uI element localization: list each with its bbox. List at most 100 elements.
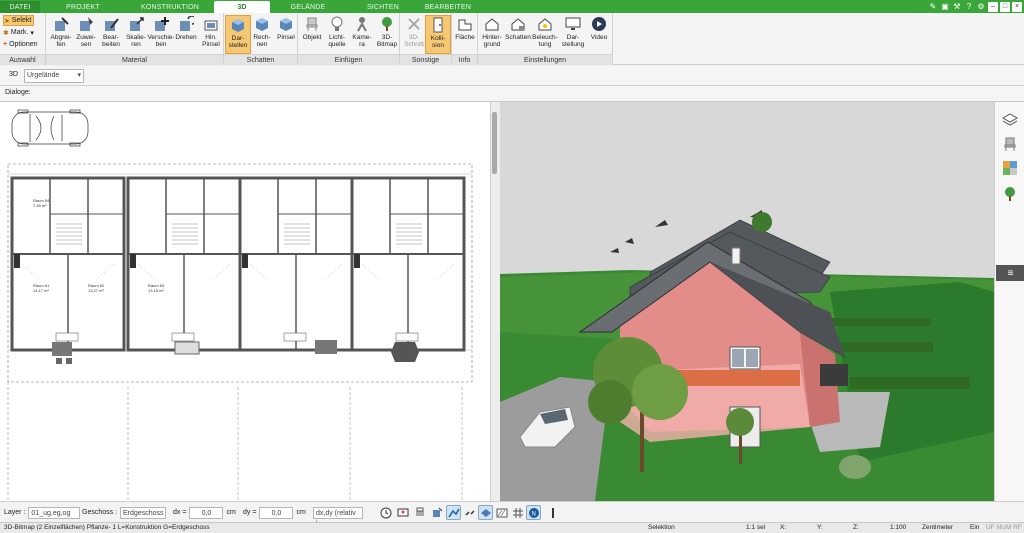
- status-x: X:: [780, 524, 787, 531]
- north-icon[interactable]: N: [526, 505, 541, 520]
- lightbulb-icon: [329, 15, 346, 32]
- room-diagonal: [211, 263, 231, 281]
- einst-schatten-label: Schatten: [505, 34, 531, 41]
- close-button[interactable]: ×: [1012, 1, 1022, 12]
- settings-icon[interactable]: ⚙: [976, 2, 986, 12]
- terrain-select[interactable]: Urgelände ▾: [24, 69, 84, 83]
- hatch-icon[interactable]: [494, 505, 509, 520]
- room-diagonal: [21, 263, 41, 281]
- terrace-door: [55, 332, 79, 342]
- group-label-sonstige: Sonstige: [400, 54, 451, 65]
- rechnen-button[interactable]: Rech- nen: [249, 15, 275, 54]
- dx-unit: cm: [226, 509, 236, 516]
- scrollbar-thumb[interactable]: [492, 112, 497, 174]
- tree-icon: [379, 15, 396, 32]
- beleuchtung-label: Beleuch- tung: [532, 34, 558, 48]
- materials-palette-icon[interactable]: [1000, 158, 1020, 178]
- tab-projekt[interactable]: PROJEKT: [48, 1, 118, 13]
- tab-gelaende[interactable]: GELÄNDE: [272, 1, 344, 13]
- floor-plan-drawing: Raum 61 14,17 m² Raum 62 13,27 m² Raum 6…: [7, 109, 473, 501]
- geschoss-label: Geschoss :: [82, 509, 118, 516]
- paint-tool-icon[interactable]: [429, 505, 444, 520]
- wrench-icon[interactable]: ✎: [928, 2, 938, 12]
- geschoss-select[interactable]: Erdgeschoss: [120, 506, 167, 519]
- minimize-button[interactable]: –: [988, 1, 998, 12]
- chair-catalog-icon[interactable]: [1000, 134, 1020, 154]
- hin-pinsel-button[interactable]: Hin. Pinsel: [198, 15, 224, 54]
- 3d-schnitt-button[interactable]: 3D- Schnitt: [401, 15, 427, 54]
- flaeche-button[interactable]: Fläche: [452, 15, 478, 54]
- hintergrund-button[interactable]: Hinter- grund: [479, 15, 505, 54]
- room-diagonal: [249, 263, 269, 281]
- clock-icon[interactable]: [378, 505, 393, 520]
- select-tool[interactable]: ➤ Selekt: [3, 15, 35, 26]
- beleuchtung-button[interactable]: Beleuch- tung: [532, 15, 558, 54]
- darstellung-button[interactable]: Dar- stellung: [560, 15, 586, 54]
- status-mode: Selektion: [648, 524, 675, 531]
- dx-label: dx =: [173, 509, 187, 516]
- dx-input[interactable]: 0,0: [189, 506, 224, 519]
- options-button[interactable]: + Optionen: [3, 39, 38, 50]
- abgreifen-label: Abgrei- fen: [50, 34, 72, 48]
- more-icon[interactable]: [545, 505, 560, 520]
- surface-icon[interactable]: [478, 505, 493, 520]
- maximize-button[interactable]: □: [1000, 1, 1010, 12]
- darstellung-label: Dar- stellung: [561, 34, 585, 48]
- video-button[interactable]: Video: [586, 15, 612, 54]
- room-diagonal: [95, 263, 115, 281]
- view-bar: 3D Urgelände ▾: [0, 66, 1024, 86]
- options-label: Optionen: [9, 41, 38, 48]
- drehen-button[interactable]: Drehen: [173, 15, 199, 54]
- coord-mode-select[interactable]: dx,dy (relativ ka: [313, 506, 363, 528]
- mark-tool[interactable]: ✱ Mark. ▾: [3, 27, 34, 38]
- dy-label: dy =: [243, 509, 257, 516]
- group-auswahl: ➤ Selekt ✱ Mark. ▾ + Optionen Auswahl: [0, 13, 46, 65]
- objekt-button[interactable]: Objekt: [299, 15, 325, 54]
- cube-calc-icon: [254, 15, 271, 32]
- print-icon[interactable]: [412, 505, 427, 520]
- grid-icon[interactable]: [510, 505, 525, 520]
- bearbeiten-button[interactable]: Bear- beiten: [98, 15, 124, 54]
- kollision-button[interactable]: Kolli- sion: [425, 15, 451, 54]
- wall-column: [354, 254, 360, 268]
- 3d-view[interactable]: [500, 102, 994, 501]
- room-diagonal: [323, 263, 343, 281]
- tab-konstruktion[interactable]: KONSTRUKTION: [125, 1, 215, 13]
- snap-line-icon[interactable]: [446, 505, 461, 520]
- kamera-button[interactable]: Kame- ra: [349, 15, 375, 54]
- abgreifen-button[interactable]: Abgrei- fen: [48, 15, 74, 54]
- panel-menu-icon[interactable]: ≡: [996, 265, 1024, 281]
- tools-icon[interactable]: ⚒: [952, 2, 962, 12]
- zuweisen-button[interactable]: Zuwei- sen: [73, 15, 99, 54]
- dy-input[interactable]: 0,0: [259, 506, 294, 519]
- tab-sichten[interactable]: SICHTEN: [350, 1, 416, 13]
- darstellen-button[interactable]: Dar- stellen: [225, 15, 251, 54]
- skalieren-button[interactable]: Skalie- ren: [123, 15, 149, 54]
- layers-icon[interactable]: [1000, 110, 1020, 130]
- floor-plan-view[interactable]: Raum 61 14,17 m² Raum 62 13,27 m² Raum 6…: [0, 102, 490, 501]
- lichtquelle-button[interactable]: Licht- quelle: [324, 15, 350, 54]
- tab-bearbeiten[interactable]: BEARBEITEN: [415, 1, 481, 13]
- chair-icon: [304, 15, 321, 32]
- verschieben-button[interactable]: Verschie- ben: [147, 15, 175, 54]
- mark-icon: ✱: [3, 29, 9, 37]
- group-info: Fläche Info: [452, 13, 478, 65]
- room-diagonal: [137, 263, 157, 281]
- einst-schatten-button[interactable]: Schatten: [505, 15, 531, 54]
- layout-icon[interactable]: ▣: [940, 2, 950, 12]
- dialog-bar: Dialoge:: [0, 86, 1024, 102]
- link-icon[interactable]: [462, 505, 477, 520]
- monitor-tool-icon[interactable]: [395, 505, 410, 520]
- 3d-bitmap-button[interactable]: 3D- Bitmap: [374, 15, 400, 54]
- help-icon[interactable]: ?: [964, 2, 974, 12]
- tab-datei[interactable]: DATEI: [0, 1, 40, 13]
- tab-3d[interactable]: 3D: [214, 1, 270, 13]
- brush-icon: [203, 15, 220, 32]
- monitor-icon: [565, 15, 582, 32]
- schatten-pinsel-button[interactable]: Pinsel: [273, 15, 299, 54]
- car-symbol: [11, 109, 89, 147]
- layer-select-value: 01_ug,eg,og: [31, 509, 71, 517]
- house-units: [10, 176, 466, 352]
- plant-catalog-icon[interactable]: [1000, 184, 1020, 204]
- layer-select[interactable]: 01_ug,eg,og: [28, 506, 81, 519]
